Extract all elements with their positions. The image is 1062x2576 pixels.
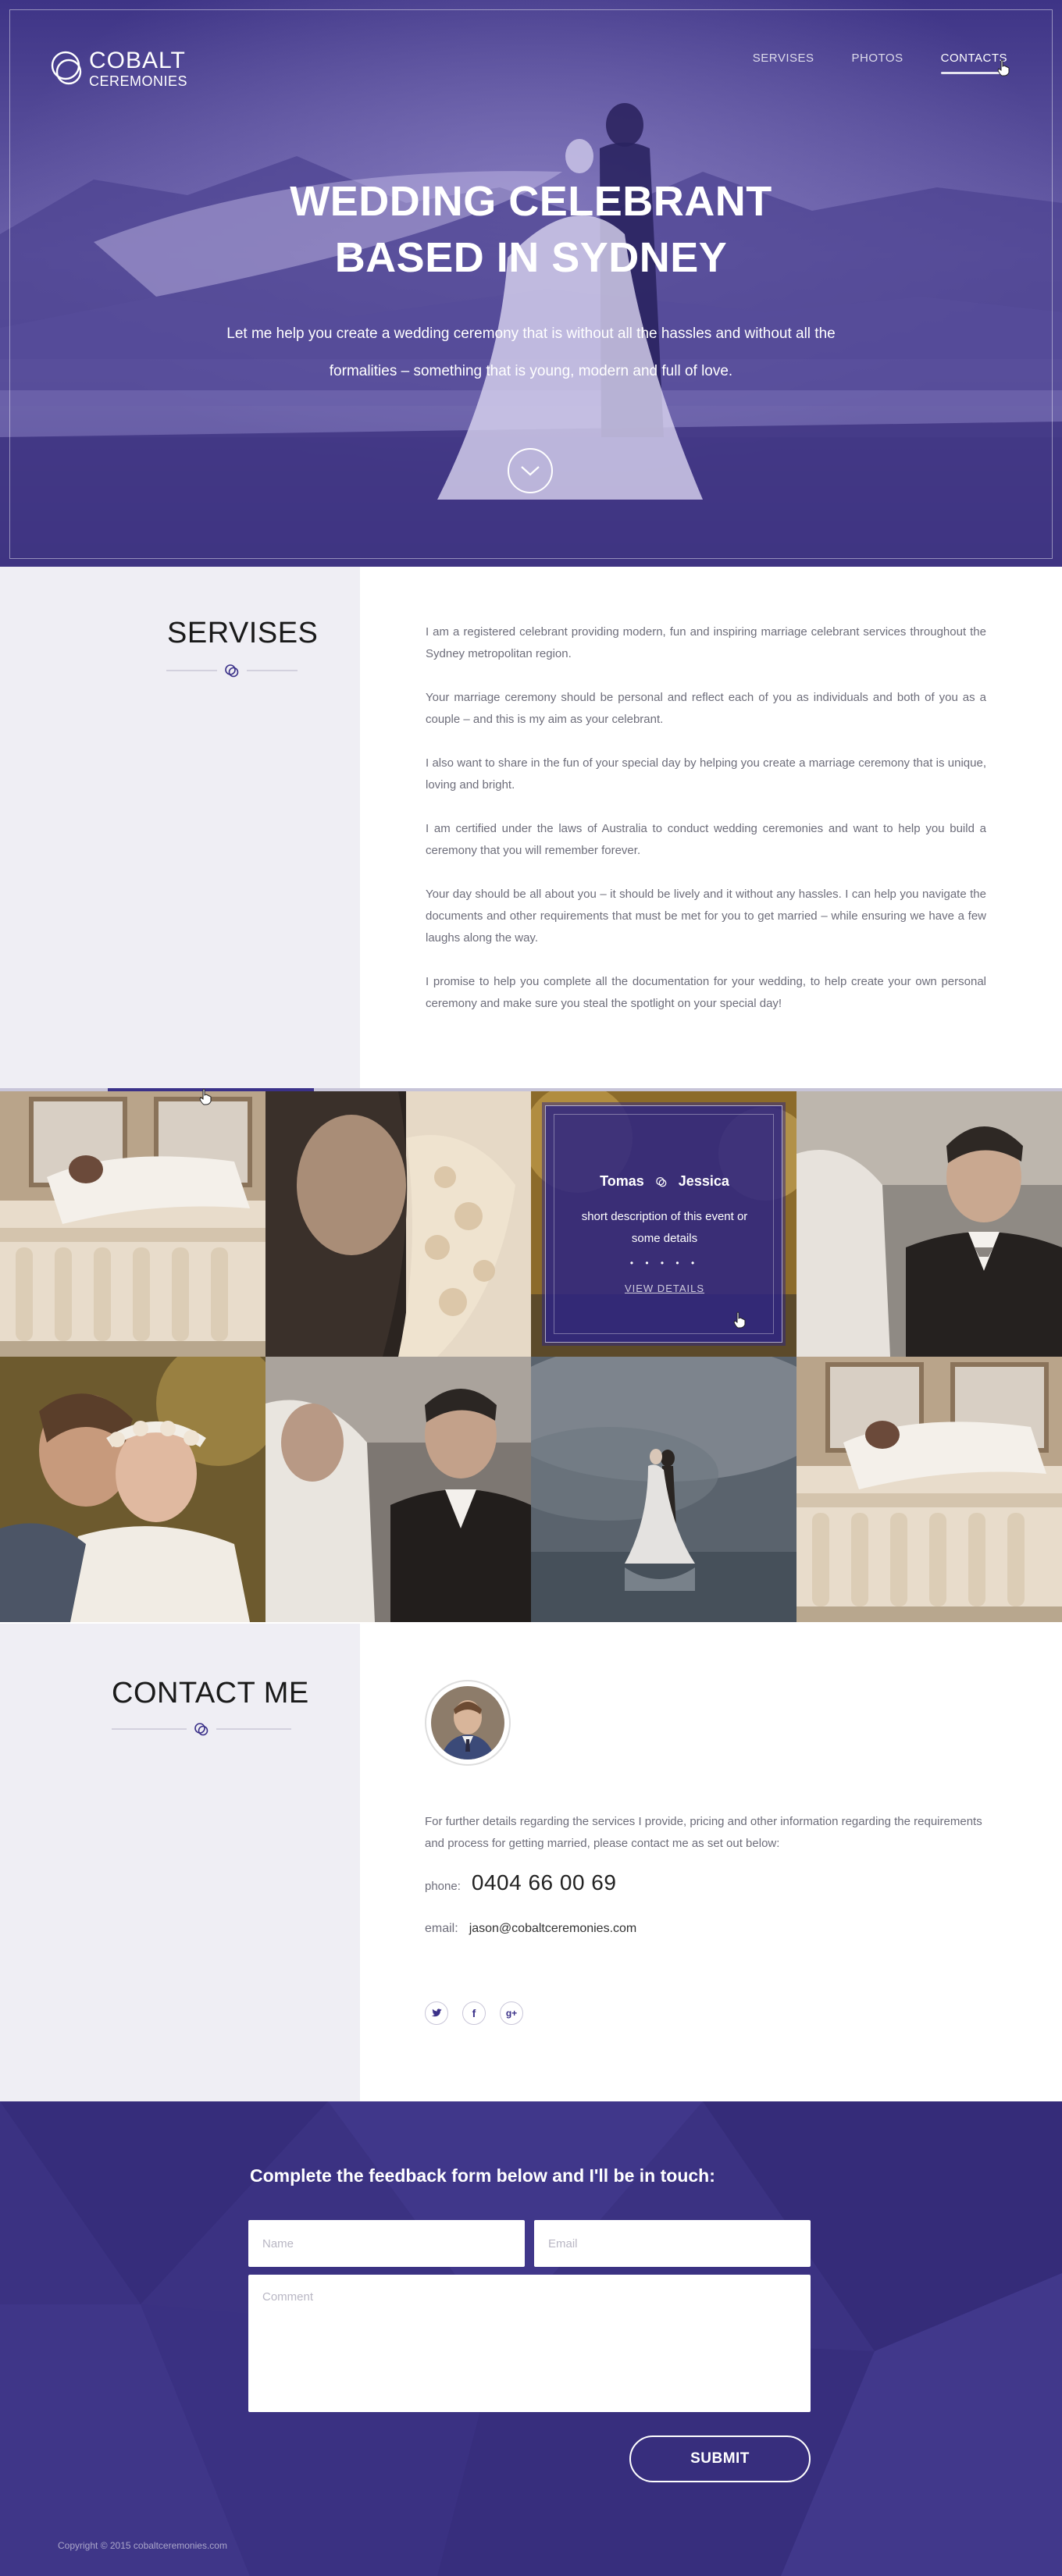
gallery-photo-bride-groom[interactable] xyxy=(266,1357,531,1622)
gallery-photo-veil[interactable] xyxy=(266,1091,531,1357)
phone-number[interactable]: 0404 66 00 69 xyxy=(472,1870,617,1895)
logo-rings-icon xyxy=(51,51,82,85)
celebrant-portrait xyxy=(431,1686,504,1759)
services-paragraph: I am a registered celebrant providing mo… xyxy=(426,625,986,660)
avatar xyxy=(425,1680,511,1766)
facebook-icon[interactable]: f xyxy=(462,2001,486,2025)
hero-title-line1: WEDDING CELEBRANT xyxy=(290,178,772,225)
feedback-title: Complete the feedback form below and I'l… xyxy=(250,2165,715,2186)
dots-separator: • • • • • xyxy=(629,1258,700,1268)
gallery-image xyxy=(266,1091,531,1357)
couple-name-1: Tomas xyxy=(600,1173,644,1189)
email-field[interactable] xyxy=(534,2220,811,2267)
phone-label: phone: xyxy=(425,1880,461,1893)
brand-logo[interactable]: COBALT CEREMONIES xyxy=(50,48,187,89)
gallery-image xyxy=(796,1091,1062,1357)
gallery-photo-kiss-balcony[interactable] xyxy=(0,1091,266,1357)
rings-icon xyxy=(656,1176,667,1187)
gallery-photo-groom-smile[interactable] xyxy=(796,1091,1062,1357)
contact-divider xyxy=(112,1722,291,1736)
hero-section: COBALT CEREMONIES SERVISES PHOTOS CONTAC… xyxy=(0,0,1062,567)
social-links: f g+ xyxy=(425,2001,523,2025)
hand-cursor-icon xyxy=(997,59,1010,76)
comment-field[interactable] xyxy=(248,2275,811,2412)
hand-cursor-icon xyxy=(199,1088,212,1105)
brand-name-bottom: CEREMONIES xyxy=(89,73,188,89)
hand-cursor-icon xyxy=(733,1311,746,1329)
feedback-section: Complete the feedback form below and I'l… xyxy=(0,2101,1062,2576)
gallery-photo-kiss-balcony-2[interactable] xyxy=(796,1357,1062,1622)
copyright-text: Copyright © 2015 cobaltceremonies.com xyxy=(58,2540,227,2551)
brand-name-top: COBALT xyxy=(89,48,186,73)
couple-name-2: Jessica xyxy=(678,1173,729,1189)
name-field[interactable] xyxy=(248,2220,525,2267)
services-paragraph: I promise to help you complete all the d… xyxy=(426,975,986,1010)
gallery-photo-featured[interactable]: Tomas Jessica short description of this … xyxy=(531,1091,796,1357)
contact-intro-text: For further details regarding the servic… xyxy=(425,1815,982,1850)
hero-subtitle: Let me help you create a wedding ceremon… xyxy=(226,326,836,379)
hero-title: WEDDING CELEBRANT BASED IN SYDNEY xyxy=(0,173,1062,286)
phone-row: phone: 0404 66 00 69 xyxy=(425,1870,616,1895)
google-plus-icon[interactable]: g+ xyxy=(500,2001,523,2025)
nav-item-servises[interactable]: SERVISES xyxy=(753,52,814,74)
gallery-photo-flower-crown[interactable] xyxy=(0,1357,266,1622)
services-paragraph: I am certified under the laws of Austral… xyxy=(426,822,986,857)
gallery-photo-dance-water[interactable] xyxy=(531,1357,796,1622)
services-section: SERVISES I am a registered celebrant pro… xyxy=(0,567,1062,1088)
contact-title: CONTACT ME xyxy=(112,1677,309,1710)
email-address[interactable]: jason@cobaltceremonies.com xyxy=(469,1922,637,1936)
contact-section: CONTACT ME For further details regarding… xyxy=(0,1624,1062,2101)
email-row: email: jason@cobaltceremonies.com xyxy=(425,1922,636,1936)
couple-names: Tomas Jessica xyxy=(546,1173,783,1190)
main-nav: SERVISES PHOTOS CONTACTS xyxy=(753,52,1008,74)
event-description: short description of this event or some … xyxy=(581,1210,748,1245)
photo-hover-overlay: Tomas Jessica short description of this … xyxy=(542,1102,786,1346)
rings-icon xyxy=(225,664,239,678)
photo-gallery: Tomas Jessica short description of this … xyxy=(0,1088,1062,1624)
view-details-link[interactable]: VIEW DETAILS xyxy=(546,1283,783,1294)
gallery-image xyxy=(796,1357,1062,1622)
gallery-image xyxy=(0,1091,266,1357)
gallery-image xyxy=(266,1357,531,1622)
services-paragraph: Your marriage ceremony should be persona… xyxy=(426,691,986,726)
rings-icon xyxy=(194,1723,208,1736)
nav-item-photos[interactable]: PHOTOS xyxy=(852,52,903,74)
scroll-down-button[interactable] xyxy=(508,448,553,493)
submit-button[interactable]: SUBMIT xyxy=(629,2435,811,2482)
gallery-image xyxy=(0,1357,266,1622)
email-label: email: xyxy=(425,1922,458,1935)
services-title: SERVISES xyxy=(167,617,319,649)
hero-title-line2: BASED IN SYDNEY xyxy=(334,234,728,281)
chevron-down-icon xyxy=(521,466,540,476)
services-paragraph: I also want to share in the fun of your … xyxy=(426,756,986,792)
services-divider xyxy=(166,664,298,678)
services-text: I am a registered celebrant providing mo… xyxy=(426,621,986,1037)
twitter-icon[interactable] xyxy=(425,2001,448,2025)
gallery-image xyxy=(531,1357,796,1622)
services-paragraph: Your day should be all about you – it sh… xyxy=(426,888,986,945)
